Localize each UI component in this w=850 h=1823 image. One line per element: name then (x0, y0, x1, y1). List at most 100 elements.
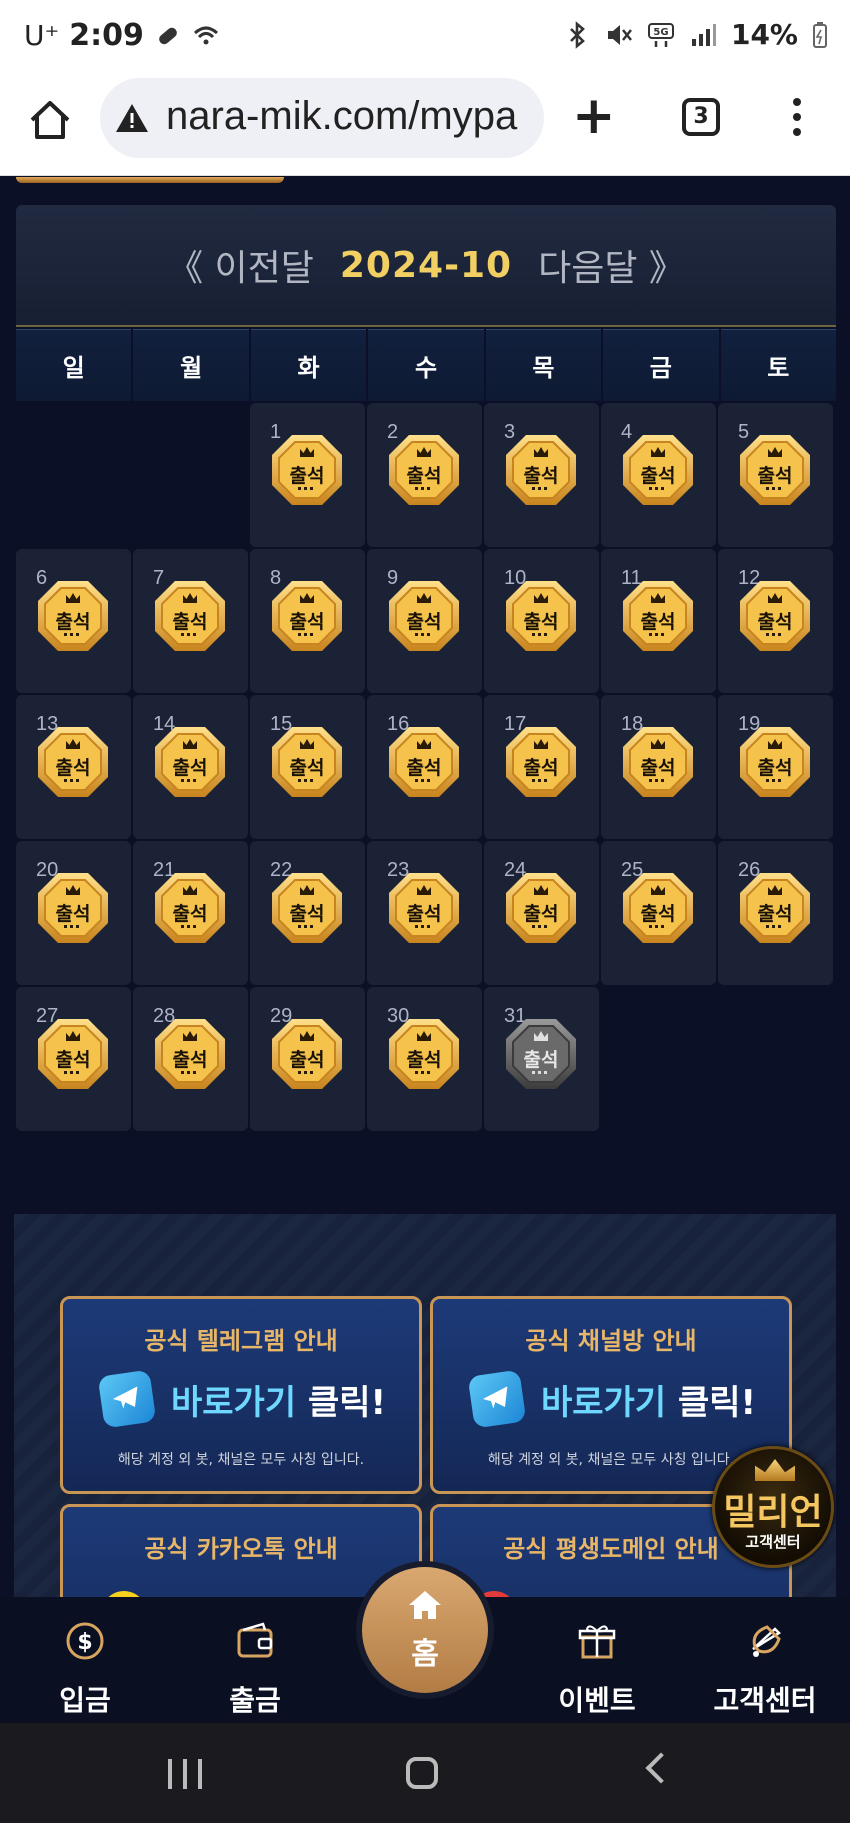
warning-icon[interactable] (114, 100, 150, 136)
day-cell[interactable]: 21 출석 (133, 841, 248, 985)
day-cell[interactable]: 1 출석 (250, 403, 365, 547)
day-cell[interactable]: 29 출석 (250, 987, 365, 1131)
telegram-icon (467, 1369, 527, 1429)
day-cell[interactable]: 28 출석 (133, 987, 248, 1131)
stamp-label: 출석 (289, 1049, 325, 1071)
nav-label: 입금 (59, 1684, 111, 1717)
day-cell[interactable]: 14 출석 (133, 695, 248, 839)
nav-label: 홈 (411, 1637, 439, 1672)
tab-switcher-button[interactable]: 3 (682, 98, 720, 136)
attendance-stamp-inactive-icon: 출석 (504, 1017, 578, 1091)
day-cell[interactable]: 23 출석 (367, 841, 482, 985)
day-cell[interactable]: 15 출석 (250, 695, 365, 839)
overflow-menu-icon[interactable] (790, 94, 804, 142)
nav-label: 고객센터 (713, 1684, 817, 1717)
day-cell[interactable]: 2 출석 (367, 403, 482, 547)
stamp-label: 출석 (523, 757, 559, 779)
attendance-stamp-icon: 출석 (504, 433, 578, 507)
attendance-stamp-icon: 출석 (36, 725, 110, 799)
day-cell[interactable]: 20 출석 (16, 841, 131, 985)
kakaotalk-card[interactable]: 공식 카카오톡 안내 (60, 1504, 422, 1597)
weekday-sun: 일 (16, 329, 132, 401)
attendance-stamp-icon: 출석 (387, 725, 461, 799)
recent-apps-icon[interactable] (168, 1759, 202, 1789)
day-cell[interactable]: 7 출석 (133, 549, 248, 693)
battery-percent: 14% (730, 18, 798, 51)
5g-icon: 5G (647, 22, 674, 47)
nav-home[interactable]: 홈 (356, 1561, 494, 1699)
day-cell[interactable]: 4 출석 (601, 403, 716, 547)
stamp-label: 출석 (640, 903, 676, 925)
url-text[interactable]: nara-mik.com/mypa (166, 94, 528, 139)
stamp-label: 출석 (55, 611, 91, 633)
day-cell[interactable]: 31 출석 (484, 987, 599, 1131)
screen: U⁺ 2:09 5G 14% nara-mik.com/mypa + 3 《 이… (0, 0, 850, 1823)
day-cell[interactable]: 16 출석 (367, 695, 482, 839)
day-cell[interactable]: 19 출석 (718, 695, 833, 839)
day-cell[interactable]: 9 출석 (367, 549, 482, 693)
day-cell[interactable]: 18 출석 (601, 695, 716, 839)
day-cell[interactable]: 26 출석 (718, 841, 833, 985)
stamp-label: 출석 (640, 757, 676, 779)
day-cell[interactable]: 27 출석 (16, 987, 131, 1131)
status-time: 2:09 (69, 18, 144, 53)
attendance-stamp-icon: 출석 (504, 871, 578, 945)
page-content: 《 이전달 2024-10 다음달 》 일 월 화 수 목 금 토 1 출석 2 출석… (0, 177, 850, 1597)
day-cell[interactable]: 5 출석 (718, 403, 833, 547)
attendance-stamp-icon: 출석 (621, 725, 695, 799)
new-tab-icon[interactable]: + (572, 86, 616, 146)
weekday-mon: 월 (133, 329, 249, 401)
attendance-stamp-icon: 출석 (36, 1017, 110, 1091)
system-home-icon[interactable] (406, 1757, 438, 1789)
stamp-label: 출석 (406, 465, 442, 487)
attendance-stamp-icon: 출석 (153, 871, 227, 945)
next-month-button[interactable]: 다음달 》 (538, 239, 685, 291)
stamp-label: 출석 (523, 903, 559, 925)
day-cell[interactable]: 24 출석 (484, 841, 599, 985)
day-cell[interactable]: 12 출석 (718, 549, 833, 693)
attendance-stamp-icon: 출석 (270, 1017, 344, 1091)
current-month: 2024-10 (339, 244, 513, 286)
back-icon[interactable] (645, 1752, 677, 1784)
day-cell[interactable]: 10 출석 (484, 549, 599, 693)
day-cell[interactable]: 17 출석 (484, 695, 599, 839)
attendance-stamp-icon: 출석 (738, 579, 812, 653)
channel-link[interactable]: 바로가기 클릭! (467, 1369, 756, 1429)
support-brand: 밀리언 (723, 1492, 823, 1533)
attendance-stamp-icon: 출석 (504, 579, 578, 653)
card-title: 공식 채널방 안내 (525, 1327, 697, 1355)
nav-support[interactable]: 고객센터 (690, 1597, 840, 1723)
day-cell[interactable]: 13 출석 (16, 695, 131, 839)
wallet-icon (237, 1622, 273, 1658)
promo-panel: 공식 텔레그램 안내 바로가기 클릭! 해당 계정 외 봇, 채널은 모두 사칭… (14, 1214, 836, 1597)
card-notice: 해당 계정 외 봇, 채널은 모두 사칭 입니다. (117, 1452, 365, 1468)
attendance-stamp-icon: 출석 (270, 579, 344, 653)
attendance-stamp-icon: 출석 (387, 579, 461, 653)
day-cell[interactable]: 6 출석 (16, 549, 131, 693)
day-cell[interactable]: 30 출석 (367, 987, 482, 1131)
stamp-label: 출석 (640, 611, 676, 633)
support-floating-button[interactable]: 밀리언 고객센터 (712, 1446, 834, 1568)
gift-icon (578, 1625, 616, 1659)
stamp-label: 출석 (55, 903, 91, 925)
telegram-icon (97, 1369, 157, 1429)
day-cell[interactable]: 8 출석 (250, 549, 365, 693)
stamp-label: 출석 (289, 903, 325, 925)
telegram-card[interactable]: 공식 텔레그램 안내 바로가기 클릭! 해당 계정 외 봇, 채널은 모두 사칭… (60, 1296, 422, 1494)
crown-icon (755, 1459, 795, 1481)
carrier-label: U⁺ (24, 19, 60, 52)
nav-deposit[interactable]: $ 입금 (10, 1597, 160, 1723)
day-cell[interactable]: 25 출석 (601, 841, 716, 985)
day-cell[interactable]: 22 출석 (250, 841, 365, 985)
nav-label: 출금 (229, 1684, 281, 1717)
prev-month-button[interactable]: 《 이전달 (167, 239, 314, 291)
day-cell[interactable]: 11 출석 (601, 549, 716, 693)
stamp-label: 출석 (55, 757, 91, 779)
pill-icon (159, 27, 177, 44)
bottom-nav: $ 입금 출금 홈 이벤트 고객센터 (0, 1561, 850, 1723)
nav-event[interactable]: 이벤트 (522, 1597, 672, 1723)
day-cell[interactable]: 3 출석 (484, 403, 599, 547)
nav-withdraw[interactable]: 출금 (180, 1597, 330, 1723)
telegram-link[interactable]: 바로가기 클릭! (97, 1369, 386, 1429)
stamp-label: 출석 (406, 757, 442, 779)
